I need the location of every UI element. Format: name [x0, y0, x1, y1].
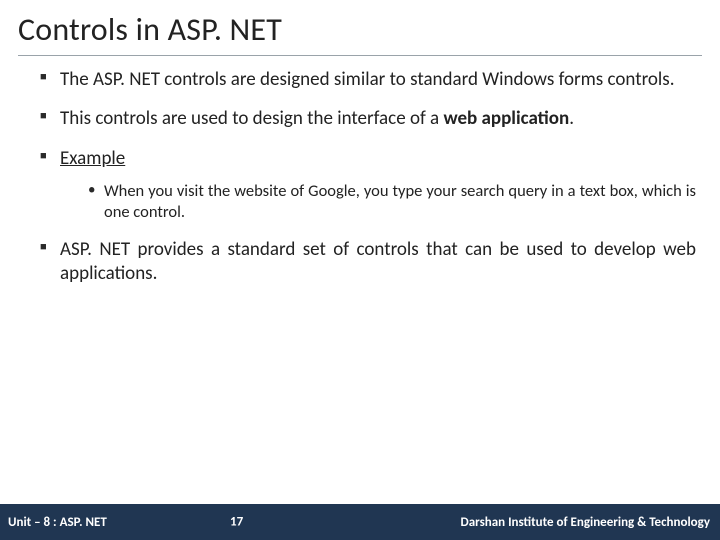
footer-page-number: 17: [230, 515, 243, 530]
slide-content: The ASP. NET controls are designed simil…: [18, 68, 702, 287]
bold-text: web application: [443, 107, 569, 130]
bullet-text: .: [569, 107, 574, 130]
footer-unit: Unit – 8 : ASP. NET: [8, 515, 107, 530]
slide-title: Controls in ASP. NET: [18, 10, 702, 56]
bullet-item-example: Example When you visit the website of Go…: [40, 147, 696, 224]
bullet-list: The ASP. NET controls are designed simil…: [40, 68, 696, 287]
example-label: Example: [60, 147, 125, 170]
bullet-text: This controls are used to design the int…: [60, 107, 443, 130]
sub-bullet-text: When you visit the website of Google, yo…: [104, 181, 696, 222]
bullet-item: ASP. NET provides a standard set of cont…: [40, 238, 696, 287]
bullet-text: ASP. NET provides a standard set of cont…: [60, 238, 696, 285]
bullet-text: The ASP. NET controls are designed simil…: [60, 68, 675, 91]
bullet-item: The ASP. NET controls are designed simil…: [40, 68, 696, 92]
footer-organization: Darshan Institute of Engineering & Techn…: [461, 515, 711, 530]
sub-bullet-list: When you visit the website of Google, yo…: [88, 181, 696, 223]
sub-bullet-item: When you visit the website of Google, yo…: [88, 181, 696, 223]
slide-footer: Unit – 8 : ASP. NET 17 Darshan Institute…: [0, 504, 720, 540]
slide: Controls in ASP. NET The ASP. NET contro…: [0, 0, 720, 540]
bullet-item: This controls are used to design the int…: [40, 107, 696, 131]
